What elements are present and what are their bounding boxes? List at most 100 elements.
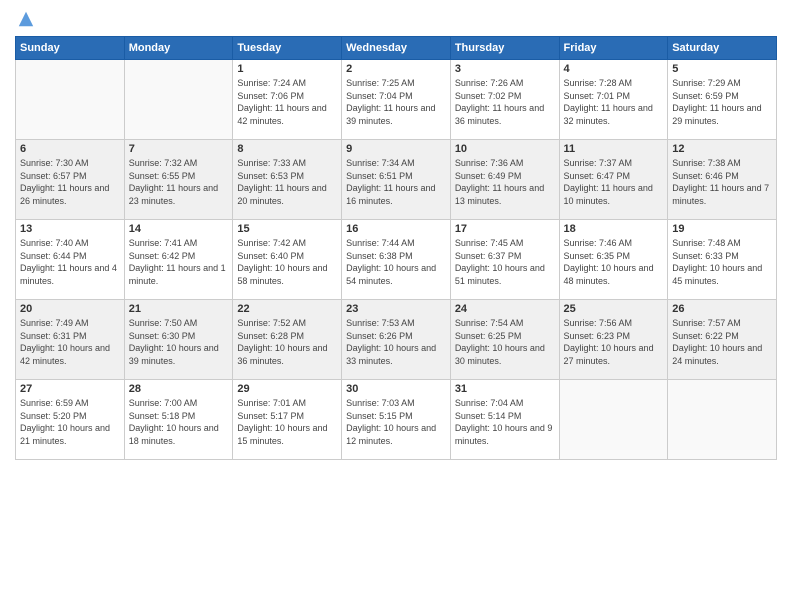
day-number: 22 [237, 303, 337, 315]
calendar-page: SundayMondayTuesdayWednesdayThursdayFrid… [0, 0, 792, 612]
day-info: Sunrise: 7:53 AMSunset: 6:26 PMDaylight:… [346, 317, 446, 367]
day-number: 17 [455, 223, 555, 235]
calendar-day-cell: 17 Sunrise: 7:45 AMSunset: 6:37 PMDayligh… [450, 220, 559, 300]
day-info: Sunrise: 7:46 AMSunset: 6:35 PMDaylight:… [564, 237, 664, 287]
day-number: 8 [237, 143, 337, 155]
calendar-day-cell: 11 Sunrise: 7:37 AMSunset: 6:47 PMDayligh… [559, 140, 668, 220]
day-number: 5 [672, 63, 772, 75]
calendar-week-row: 1 Sunrise: 7:24 AMSunset: 7:06 PMDaylight… [16, 60, 777, 140]
day-number: 6 [20, 143, 120, 155]
calendar-day-cell: 27 Sunrise: 6:59 AMSunset: 5:20 PMDayligh… [16, 380, 125, 460]
calendar-table: SundayMondayTuesdayWednesdayThursdayFrid… [15, 36, 777, 460]
day-info: Sunrise: 7:33 AMSunset: 6:53 PMDaylight:… [237, 157, 337, 207]
day-info: Sunrise: 7:04 AMSunset: 5:14 PMDaylight:… [455, 397, 555, 447]
day-number: 1 [237, 63, 337, 75]
calendar-day-cell: 28Sunrise: 7:00 AMSunset: 5:18 PMDayligh… [124, 380, 233, 460]
calendar-day-cell: 1 Sunrise: 7:24 AMSunset: 7:06 PMDaylight… [233, 60, 342, 140]
calendar-day-cell: 9 Sunrise: 7:34 AMSunset: 6:51 PMDaylight… [342, 140, 451, 220]
day-info: Sunrise: 7:28 AMSunset: 7:01 PMDaylight:… [564, 77, 664, 127]
day-info: Sunrise: 7:42 AMSunset: 6:40 PMDaylight:… [237, 237, 337, 287]
day-number: 19 [672, 223, 772, 235]
day-number: 12 [672, 143, 772, 155]
day-info: Sunrise: 7:54 AMSunset: 6:25 PMDaylight:… [455, 317, 555, 367]
calendar-day-cell [559, 380, 668, 460]
day-info: Sunrise: 7:03 AMSunset: 5:15 PMDaylight:… [346, 397, 446, 447]
day-number: 4 [564, 63, 664, 75]
calendar-day-cell: 19 Sunrise: 7:48 AMSunset: 6:33 PMDayligh… [668, 220, 777, 300]
calendar-day-cell: 12 Sunrise: 7:38 AMSunset: 6:46 PMDayligh… [668, 140, 777, 220]
day-info: Sunrise: 7:26 AMSunset: 7:02 PMDaylight:… [455, 77, 555, 127]
logo-icon [17, 10, 35, 28]
day-info: Sunrise: 7:48 AMSunset: 6:33 PMDaylight:… [672, 237, 772, 287]
calendar-header-row: SundayMondayTuesdayWednesdayThursdayFrid… [16, 37, 777, 60]
calendar-day-cell: 14 Sunrise: 7:41 AMSunset: 6:42 PMDayligh… [124, 220, 233, 300]
day-number: 29 [237, 383, 337, 395]
day-info: Sunrise: 7:52 AMSunset: 6:28 PMDaylight:… [237, 317, 337, 367]
day-number: 21 [129, 303, 229, 315]
calendar-day-cell: 18Sunrise: 7:46 AMSunset: 6:35 PMDayligh… [559, 220, 668, 300]
calendar-day-cell: 16 Sunrise: 7:44 AMSunset: 6:38 PMDayligh… [342, 220, 451, 300]
day-info: Sunrise: 7:00 AMSunset: 5:18 PMDaylight:… [129, 397, 229, 447]
calendar-day-cell: 30Sunrise: 7:03 AMSunset: 5:15 PMDayligh… [342, 380, 451, 460]
day-info: Sunrise: 7:44 AMSunset: 6:38 PMDaylight:… [346, 237, 446, 287]
calendar-day-cell: 15Sunrise: 7:42 AMSunset: 6:40 PMDayligh… [233, 220, 342, 300]
calendar-day-cell: 20 Sunrise: 7:49 AMSunset: 6:31 PMDayligh… [16, 300, 125, 380]
calendar-day-cell: 21Sunrise: 7:50 AMSunset: 6:30 PMDayligh… [124, 300, 233, 380]
day-info: Sunrise: 7:25 AMSunset: 7:04 PMDaylight:… [346, 77, 446, 127]
day-info: Sunrise: 7:24 AMSunset: 7:06 PMDaylight:… [237, 77, 337, 127]
calendar-day-cell: 13Sunrise: 7:40 AMSunset: 6:44 PMDayligh… [16, 220, 125, 300]
day-number: 25 [564, 303, 664, 315]
day-number: 26 [672, 303, 772, 315]
calendar-day-cell: 3 Sunrise: 7:26 AMSunset: 7:02 PMDaylight… [450, 60, 559, 140]
calendar-day-cell: 25 Sunrise: 7:56 AMSunset: 6:23 PMDayligh… [559, 300, 668, 380]
header [15, 10, 777, 28]
calendar-day-cell: 10 Sunrise: 7:36 AMSunset: 6:49 PMDayligh… [450, 140, 559, 220]
day-info: Sunrise: 7:01 AMSunset: 5:17 PMDaylight:… [237, 397, 337, 447]
day-info: Sunrise: 7:29 AMSunset: 6:59 PMDaylight:… [672, 77, 772, 127]
day-info: Sunrise: 7:40 AMSunset: 6:44 PMDaylight:… [20, 237, 120, 287]
day-info: Sunrise: 7:49 AMSunset: 6:31 PMDaylight:… [20, 317, 120, 367]
logo [15, 10, 35, 28]
calendar-day-cell: 24 Sunrise: 7:54 AMSunset: 6:25 PMDayligh… [450, 300, 559, 380]
weekday-header: Thursday [450, 37, 559, 60]
day-number: 10 [455, 143, 555, 155]
calendar-day-cell: 23 Sunrise: 7:53 AMSunset: 6:26 PMDayligh… [342, 300, 451, 380]
day-number: 24 [455, 303, 555, 315]
calendar-day-cell: 6 Sunrise: 7:30 AMSunset: 6:57 PMDaylight… [16, 140, 125, 220]
day-info: Sunrise: 7:41 AMSunset: 6:42 PMDaylight:… [129, 237, 229, 287]
day-number: 7 [129, 143, 229, 155]
day-number: 16 [346, 223, 446, 235]
calendar-day-cell: 26 Sunrise: 7:57 AMSunset: 6:22 PMDayligh… [668, 300, 777, 380]
day-number: 31 [455, 383, 555, 395]
day-number: 3 [455, 63, 555, 75]
day-info: Sunrise: 7:30 AMSunset: 6:57 PMDaylight:… [20, 157, 120, 207]
day-info: Sunrise: 7:38 AMSunset: 6:46 PMDaylight:… [672, 157, 772, 207]
day-number: 14 [129, 223, 229, 235]
weekday-header: Wednesday [342, 37, 451, 60]
weekday-header: Tuesday [233, 37, 342, 60]
calendar-day-cell [124, 60, 233, 140]
calendar-day-cell: 7Sunrise: 7:32 AMSunset: 6:55 PMDaylight… [124, 140, 233, 220]
calendar-day-cell [16, 60, 125, 140]
day-info: Sunrise: 7:56 AMSunset: 6:23 PMDaylight:… [564, 317, 664, 367]
calendar-week-row: 20 Sunrise: 7:49 AMSunset: 6:31 PMDayligh… [16, 300, 777, 380]
day-info: Sunrise: 7:45 AMSunset: 6:37 PMDaylight:… [455, 237, 555, 287]
weekday-header: Saturday [668, 37, 777, 60]
calendar-day-cell: 29 Sunrise: 7:01 AMSunset: 5:17 PMDayligh… [233, 380, 342, 460]
calendar-day-cell: 2Sunrise: 7:25 AMSunset: 7:04 PMDaylight… [342, 60, 451, 140]
calendar-day-cell: 8 Sunrise: 7:33 AMSunset: 6:53 PMDaylight… [233, 140, 342, 220]
calendar-day-cell: 31 Sunrise: 7:04 AMSunset: 5:14 PMDayligh… [450, 380, 559, 460]
day-number: 11 [564, 143, 664, 155]
calendar-week-row: 13Sunrise: 7:40 AMSunset: 6:44 PMDayligh… [16, 220, 777, 300]
day-number: 20 [20, 303, 120, 315]
day-number: 27 [20, 383, 120, 395]
day-number: 23 [346, 303, 446, 315]
day-number: 9 [346, 143, 446, 155]
weekday-header: Friday [559, 37, 668, 60]
day-info: Sunrise: 7:37 AMSunset: 6:47 PMDaylight:… [564, 157, 664, 207]
day-info: Sunrise: 7:57 AMSunset: 6:22 PMDaylight:… [672, 317, 772, 367]
weekday-header: Monday [124, 37, 233, 60]
day-info: Sunrise: 7:36 AMSunset: 6:49 PMDaylight:… [455, 157, 555, 207]
day-info: Sunrise: 6:59 AMSunset: 5:20 PMDaylight:… [20, 397, 120, 447]
day-info: Sunrise: 7:34 AMSunset: 6:51 PMDaylight:… [346, 157, 446, 207]
